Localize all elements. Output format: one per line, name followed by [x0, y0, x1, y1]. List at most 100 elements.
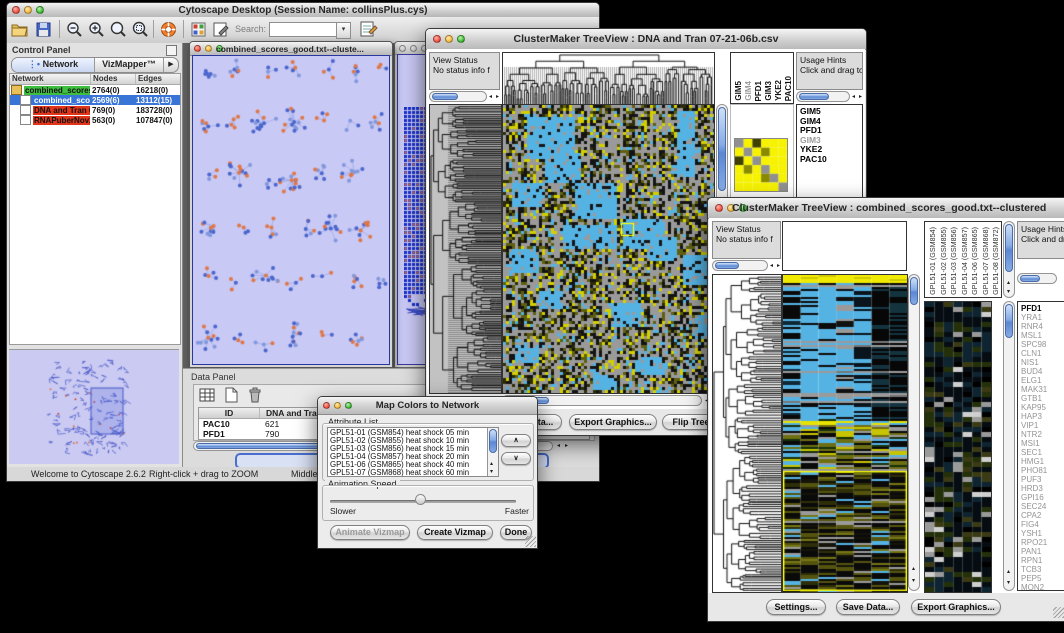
gene-label[interactable]: BUD4 — [1021, 367, 1064, 376]
annotation-icon[interactable] — [211, 20, 230, 39]
zoom-in-icon[interactable] — [87, 20, 106, 39]
gene-label[interactable]: RPO21 — [1021, 538, 1064, 547]
gene-label[interactable]: NTR2 — [1021, 430, 1064, 439]
minimize-icon[interactable] — [205, 45, 212, 52]
gene-label[interactable]: SEC1 — [1021, 448, 1064, 457]
treeview1-usage-scrollbar[interactable] — [796, 91, 850, 102]
treeview2-column-labels[interactable]: GPL51-01 (GSM854)GPL51-02 (GSM855)GPL51-… — [924, 221, 1002, 298]
scroll-up-icon[interactable]: ▴ — [490, 461, 493, 467]
gene-label[interactable]: HAP3 — [1021, 412, 1064, 421]
scroll-left-icon[interactable]: ◂ — [489, 94, 492, 100]
vizmapper-icon[interactable] — [189, 20, 208, 39]
tab-network[interactable]: ⋮• Network — [12, 58, 95, 72]
gene-label[interactable]: FIG4 — [1021, 520, 1064, 529]
save-icon[interactable] — [34, 20, 53, 39]
export-graphics-button[interactable]: Export Graphics... — [569, 414, 657, 430]
treeview2-status-scrollbar[interactable] — [712, 260, 768, 271]
settings-button[interactable]: Settings... — [766, 599, 826, 615]
gene-label[interactable]: YSH1 — [1021, 529, 1064, 538]
resize-grip[interactable] — [1053, 607, 1064, 618]
tab-vizmapper[interactable]: VizMapper™ — [95, 58, 163, 72]
save-data-button[interactable]: Save Data... — [836, 599, 900, 615]
treeview2-secondary-scrollbar[interactable]: ▴ ▾ — [1003, 301, 1015, 591]
search-input[interactable] — [269, 22, 337, 37]
close-icon[interactable] — [399, 45, 406, 52]
treeview1-column-labels[interactable]: GIM5GIM4PFD1GIM3YKE2PAC10 — [730, 52, 794, 104]
search-dropdown-arrow-icon[interactable]: ▾ — [336, 22, 351, 39]
network-table-row[interactable]: combined_scores2764(0)16218(0) — [10, 85, 180, 95]
gene-label[interactable]: MSL1 — [1021, 331, 1064, 340]
treeview2-gene-list[interactable]: PFD1YRA1RNR4MSL1SPC98CLN1NIS1BUD4ELG1MAK… — [1017, 301, 1064, 591]
attribute-list-item[interactable]: GPL51-07 (GSM868) heat shock 60 min — [330, 469, 496, 477]
gene-label[interactable]: GTB1 — [1021, 394, 1064, 403]
attribute-list-scrollbar[interactable]: ▴ ▾ — [487, 428, 498, 476]
gene-label[interactable]: PEP5 — [1021, 574, 1064, 583]
treeview2-vscrollbar[interactable]: ▴ ▾ — [908, 274, 920, 591]
gene-label[interactable]: HRD3 — [1021, 484, 1064, 493]
gene-label[interactable]: MON2 — [1021, 583, 1064, 591]
gene-label[interactable]: YRA1 — [1021, 313, 1064, 322]
scroll-right-icon[interactable]: ▸ — [777, 263, 780, 269]
gene-label[interactable]: CLN1 — [1021, 349, 1064, 358]
resize-grip[interactable] — [525, 536, 536, 547]
close-icon[interactable] — [194, 45, 201, 52]
close-icon[interactable] — [715, 204, 723, 212]
network-overview[interactable] — [9, 349, 179, 464]
gene-label[interactable]: PHO81 — [1021, 466, 1064, 475]
scroll-right-icon[interactable]: ▸ — [496, 94, 499, 100]
treeview1-global-minimap[interactable] — [734, 138, 788, 192]
treeview2-row-dendrogram[interactable] — [712, 274, 782, 593]
scroll-left-icon[interactable]: ◂ — [852, 94, 855, 100]
zoom-out-icon[interactable] — [65, 20, 84, 39]
gene-label[interactable]: RNR4 — [1021, 322, 1064, 331]
scroll-down-icon[interactable]: ▾ — [912, 578, 915, 584]
network-view-canvas[interactable] — [192, 55, 390, 365]
treeview2-heatmap[interactable] — [782, 274, 908, 593]
gene-label[interactable]: NIS1 — [1021, 358, 1064, 367]
trash-icon[interactable] — [246, 386, 264, 404]
scroll-down-icon[interactable]: ▾ — [1007, 289, 1010, 295]
gene-label[interactable]: MSI1 — [1021, 439, 1064, 448]
gene-label[interactable]: SEC24 — [1021, 502, 1064, 511]
dialog-titlebar[interactable]: Map Colors to Network — [318, 397, 537, 415]
scroll-down-icon[interactable]: ▾ — [490, 469, 493, 475]
gene-label[interactable]: KAP95 — [1021, 403, 1064, 412]
help-lifering-icon[interactable] — [159, 20, 178, 39]
gene-label[interactable]: GPI16 — [1021, 493, 1064, 502]
zoom-fit-icon[interactable] — [109, 20, 128, 39]
treeview1-heatmap[interactable] — [502, 104, 715, 394]
treeview2-collabel-scrollbar[interactable]: ▴ ▾ — [1003, 221, 1015, 298]
export-graphics-button[interactable]: Export Graphics... — [911, 599, 1001, 615]
treeview2-secondary-heatmap[interactable] — [924, 301, 992, 593]
gene-label[interactable]: RPN1 — [1021, 556, 1064, 565]
attribute-list[interactable]: GPL51-01 (GSM854) heat shock 05 minGPL51… — [327, 427, 499, 477]
scroll-right-icon[interactable]: ▸ — [859, 94, 862, 100]
minimize-icon[interactable] — [410, 45, 417, 52]
treeview1-titlebar[interactable]: ClusterMaker TreeView : DNA and Tran 07-… — [426, 29, 866, 50]
tab-overflow-arrow[interactable]: ▶ — [163, 58, 178, 72]
scroll-up-icon[interactable]: ▴ — [912, 566, 915, 572]
gene-label[interactable]: ELG1 — [1021, 376, 1064, 385]
scroll-down-icon[interactable]: ▾ — [1007, 580, 1010, 586]
network-table-row[interactable]: combined_sco2569(6)13112(15) — [10, 95, 180, 105]
network-table-header[interactable]: Network Nodes Edges — [10, 74, 180, 85]
scroll-left-icon[interactable]: ◂ — [557, 443, 560, 449]
gene-label[interactable]: HMG1 — [1021, 457, 1064, 466]
scroll-up-icon[interactable]: ▴ — [1007, 569, 1010, 575]
create-vizmap-button[interactable]: Create Vizmap — [417, 525, 493, 540]
gene-label[interactable]: PAN1 — [1021, 547, 1064, 556]
open-folder-icon[interactable] — [10, 20, 29, 39]
new-page-icon[interactable] — [222, 386, 240, 404]
gene-label[interactable]: CPA2 — [1021, 511, 1064, 520]
gene-label[interactable]: PUF3 — [1021, 475, 1064, 484]
move-up-button[interactable]: ∧ — [501, 434, 531, 447]
gene-label[interactable]: MAK31 — [1021, 385, 1064, 394]
treeview2-titlebar[interactable]: ClusterMaker TreeView : combined_scores_… — [708, 198, 1064, 219]
slider-thumb[interactable] — [415, 494, 426, 505]
float-panel-icon[interactable] — [166, 45, 177, 56]
zoom-selected-icon[interactable] — [131, 20, 150, 39]
network-table-row[interactable]: RNAPuberNov2+563(0)107847(0) — [10, 115, 180, 125]
gene-label[interactable]: PAC10 — [800, 155, 862, 165]
treeview1-status-scrollbar[interactable] — [429, 91, 487, 102]
scroll-right-icon[interactable]: ▸ — [565, 443, 568, 449]
